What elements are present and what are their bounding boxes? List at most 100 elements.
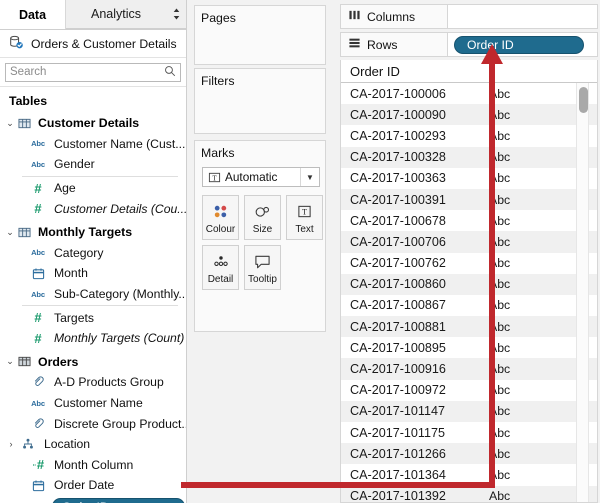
tab-data[interactable]: Data xyxy=(0,0,66,29)
table-node-customer-details[interactable]: ⌄ Customer Details xyxy=(0,113,186,134)
pane-resize-handle[interactable] xyxy=(166,0,186,29)
pages-card[interactable]: Pages xyxy=(194,5,326,65)
table-row[interactable]: CA-2017-101266 Abc xyxy=(341,443,597,465)
view-scrollbar-thumb[interactable] xyxy=(579,87,588,113)
columns-shelf[interactable]: Columns xyxy=(340,4,598,29)
mark-type-dropdown[interactable]: T Automatic ▼ xyxy=(202,167,320,187)
field-gender[interactable]: Abc Gender xyxy=(0,154,186,175)
discrete-number-icon: # xyxy=(32,457,45,473)
chevron-expanded-icon[interactable]: ⌄ xyxy=(4,118,16,129)
marks-button-label: Detail xyxy=(207,273,234,285)
field-ad-products-group[interactable]: A-D Products Group xyxy=(0,372,186,393)
field-customer-name-cust[interactable]: Abc Customer Name (Cust... xyxy=(0,134,186,155)
table-row[interactable]: CA-2017-100706 Abc xyxy=(341,231,597,253)
chevron-expanded-icon[interactable]: ⌄ xyxy=(4,227,16,238)
table-row[interactable]: CA-2017-100678 Abc xyxy=(341,210,597,232)
table-row[interactable]: CA-2017-101392 Abc xyxy=(341,485,597,503)
field-label: A-D Products Group xyxy=(54,375,164,390)
field-monthly-targets-count[interactable]: # Monthly Targets (Count) xyxy=(0,328,186,349)
size-icon xyxy=(253,201,273,223)
field-label: Customer Name xyxy=(54,396,143,411)
table-node-orders[interactable]: ⌄ Orders xyxy=(0,352,186,373)
table-row[interactable]: CA-2017-100006 Abc xyxy=(341,83,597,105)
search-toolbar xyxy=(0,58,186,87)
field-category[interactable]: Abc Category xyxy=(0,243,186,264)
field-age[interactable]: # Age xyxy=(0,178,186,199)
field-label: Category xyxy=(54,245,104,260)
field-targets[interactable]: # Targets xyxy=(0,307,186,328)
field-customer-name[interactable]: Abc Customer Name xyxy=(0,393,186,414)
field-label: Order Date xyxy=(54,478,115,493)
view-scrollbar-track[interactable] xyxy=(576,83,589,502)
table-node-monthly-targets[interactable]: ⌄ Monthly Targets xyxy=(0,222,186,243)
search-field[interactable] xyxy=(5,62,181,82)
abc-mark-cell: Abc xyxy=(489,234,511,249)
table-row[interactable]: CA-2017-100972 Abc xyxy=(341,379,597,401)
table-row[interactable]: CA-2017-100391 Abc xyxy=(341,188,597,211)
field-discrete-group-product[interactable]: Discrete Group Product... xyxy=(0,413,186,434)
chevron-expanded-icon[interactable]: ⌄ xyxy=(4,356,16,367)
marks-size-button[interactable]: Size xyxy=(244,195,281,240)
field-month-column[interactable]: # Month Column xyxy=(0,455,186,476)
abc-mark-cell: Abc xyxy=(489,362,511,377)
order-id-cell: CA-2017-100867 xyxy=(350,298,446,313)
chevron-right-icon[interactable]: › xyxy=(6,439,16,449)
order-id-cell: CA-2017-101392 xyxy=(350,489,446,503)
abc-mark-cell: Abc xyxy=(489,277,511,292)
abc-icon: Abc xyxy=(31,139,45,149)
table-row[interactable]: CA-2017-100762 Abc xyxy=(341,252,597,274)
field-month[interactable]: Month xyxy=(0,263,186,284)
data-pane: Data Analytics Orders & Customer Details… xyxy=(0,0,187,503)
table-row[interactable]: CA-2017-100881 Abc xyxy=(341,316,597,338)
table-row[interactable]: CA-2017-101175 Abc xyxy=(341,422,597,444)
marks-card[interactable]: Marks T Automatic ▼ Colour Size T Text D… xyxy=(194,140,326,332)
tab-data-label: Data xyxy=(18,7,47,22)
chevron-down-icon[interactable]: ▼ xyxy=(300,168,319,186)
abc-mark-cell: Abc xyxy=(489,298,511,313)
view-column-header[interactable]: Order ID xyxy=(341,60,597,83)
marks-colour-button[interactable]: Colour xyxy=(202,195,239,240)
columns-shelf-dropzone[interactable] xyxy=(448,5,597,28)
rows-shelf-label: Rows xyxy=(367,37,398,52)
marks-tooltip-button[interactable]: Tooltip xyxy=(244,245,281,290)
order-id-cell: CA-2017-100293 xyxy=(350,128,446,143)
svg-text:T: T xyxy=(302,208,307,217)
table-row[interactable]: CA-2017-100895 Abc xyxy=(341,337,597,359)
table-row[interactable]: CA-2017-100867 Abc xyxy=(341,294,597,317)
field-sub-category-monthly[interactable]: Abc Sub-Category (Monthly... xyxy=(0,284,186,305)
table-row[interactable]: CA-2017-100860 Abc xyxy=(341,273,597,295)
table-row[interactable]: CA-2017-100293 Abc xyxy=(341,125,597,147)
marks-button-label: Colour xyxy=(205,223,236,235)
marks-text-button[interactable]: T Text xyxy=(286,195,323,240)
tab-analytics[interactable]: Analytics xyxy=(66,0,166,29)
abc-icon: Abc xyxy=(31,289,45,299)
order-id-pill-sidebar[interactable]: Order ID ▼ xyxy=(52,498,185,503)
field-customer-details-count[interactable]: # Customer Details (Cou... xyxy=(0,198,186,219)
rows-shelf[interactable]: Rows Order ID xyxy=(340,32,598,57)
datasource-row[interactable]: Orders & Customer Details xyxy=(0,30,186,58)
field-order-id-selected[interactable]: Abc Order ID ▼ xyxy=(0,496,186,503)
abc-mark-cell: Abc xyxy=(489,489,511,503)
table-row[interactable]: CA-2017-100328 Abc xyxy=(341,146,597,168)
table-row[interactable]: CA-2017-100090 Abc xyxy=(341,104,597,126)
filters-card[interactable]: Filters xyxy=(194,68,326,134)
table-row[interactable]: CA-2017-101364 Abc xyxy=(341,464,597,486)
order-id-cell: CA-2017-100972 xyxy=(350,383,446,398)
calendar-icon xyxy=(26,267,50,280)
filter-icon[interactable] xyxy=(186,65,187,79)
field-order-date[interactable]: Order Date xyxy=(0,475,186,496)
field-label: Customer Details (Cou... xyxy=(54,201,187,216)
abc-mark-cell: Abc xyxy=(489,446,511,461)
hierarchy-icon xyxy=(16,438,40,450)
table-row[interactable]: CA-2017-101147 Abc xyxy=(341,400,597,422)
marks-button-label: Tooltip xyxy=(248,273,277,285)
view-pane: Order ID CA-2017-100006 Abc CA-2017-100090… xyxy=(340,60,598,503)
marks-detail-button[interactable]: Detail xyxy=(202,245,239,290)
table-row[interactable]: CA-2017-100916 Abc xyxy=(341,358,597,380)
order-id-pill-rows[interactable]: Order ID xyxy=(454,35,584,54)
table-row[interactable]: CA-2017-100363 Abc xyxy=(341,167,597,189)
rows-shelf-dropzone[interactable]: Order ID xyxy=(448,33,597,56)
field-location[interactable]: › Location xyxy=(0,434,186,455)
order-id-cell: CA-2017-100706 xyxy=(350,234,446,249)
search-input[interactable] xyxy=(10,63,164,81)
